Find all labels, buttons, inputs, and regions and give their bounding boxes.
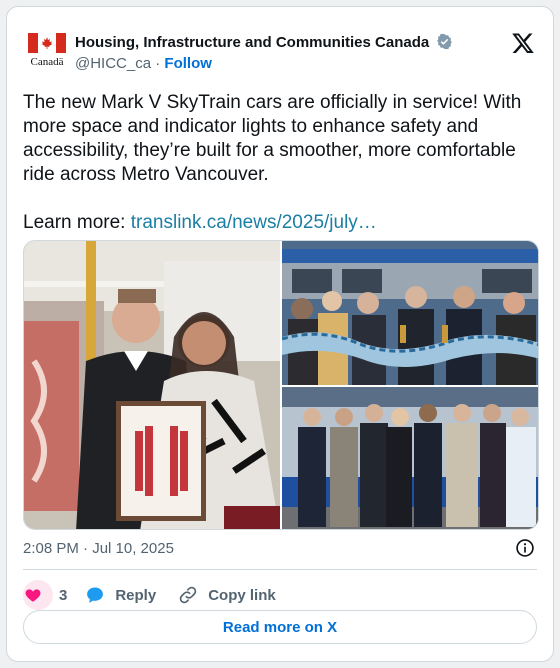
learn-more-line: Learn more: translink.ca/news/2025/july…: [23, 211, 531, 235]
tweet-card: Canadä Housing, Infrastructure and Commu…: [6, 6, 554, 662]
photo-group-in-front-of-skytrain[interactable]: [282, 387, 538, 529]
tweet-text: The new Mark V SkyTrain cars are officia…: [23, 92, 522, 185]
photo-mayor-and-artist[interactable]: [24, 241, 280, 529]
reply-label: Reply: [115, 586, 157, 604]
follow-button[interactable]: Follow: [164, 55, 212, 72]
info-icon[interactable]: [515, 538, 535, 558]
tweet-body: The new Mark V SkyTrain cars are officia…: [23, 91, 531, 235]
reply-bubble-icon: [87, 587, 104, 603]
account-handle[interactable]: @HICC_ca: [75, 55, 151, 72]
learn-more-label: Learn more:: [23, 212, 131, 233]
x-logo-icon[interactable]: [511, 31, 535, 55]
account-avatar[interactable]: Canadä: [23, 29, 71, 73]
divider: [23, 569, 537, 570]
read-more-button[interactable]: Read more on X: [23, 610, 537, 644]
copy-link-button[interactable]: Copy link: [178, 585, 276, 605]
tweet-header: Canadä Housing, Infrastructure and Commu…: [23, 29, 537, 79]
link-icon: [179, 586, 197, 604]
action-bar: 3 Reply Copy link: [23, 579, 298, 611]
tweet-link[interactable]: translink.ca/news/2025/july…: [131, 212, 377, 233]
account-name[interactable]: Housing, Infrastructure and Communities …: [75, 33, 453, 51]
account-name-text[interactable]: Housing, Infrastructure and Communities …: [75, 34, 429, 51]
reply-button[interactable]: Reply: [85, 585, 156, 605]
canada-wordmark: Canadä: [30, 56, 64, 68]
handle-line: @HICC_ca · Follow: [75, 55, 212, 72]
media-grid: [23, 240, 539, 530]
separator-dot: ·: [155, 55, 161, 72]
like-button[interactable]: 3: [23, 580, 67, 610]
verified-badge-icon: [437, 33, 453, 50]
copy-link-label: Copy link: [208, 586, 276, 604]
photo-ribbon-cutting[interactable]: [282, 241, 538, 385]
tweet-timestamp[interactable]: 2:08 PM · Jul 10, 2025: [23, 540, 174, 557]
canada-flag-icon: [28, 33, 66, 53]
heart-icon: [23, 580, 53, 610]
like-count: 3: [59, 586, 68, 604]
